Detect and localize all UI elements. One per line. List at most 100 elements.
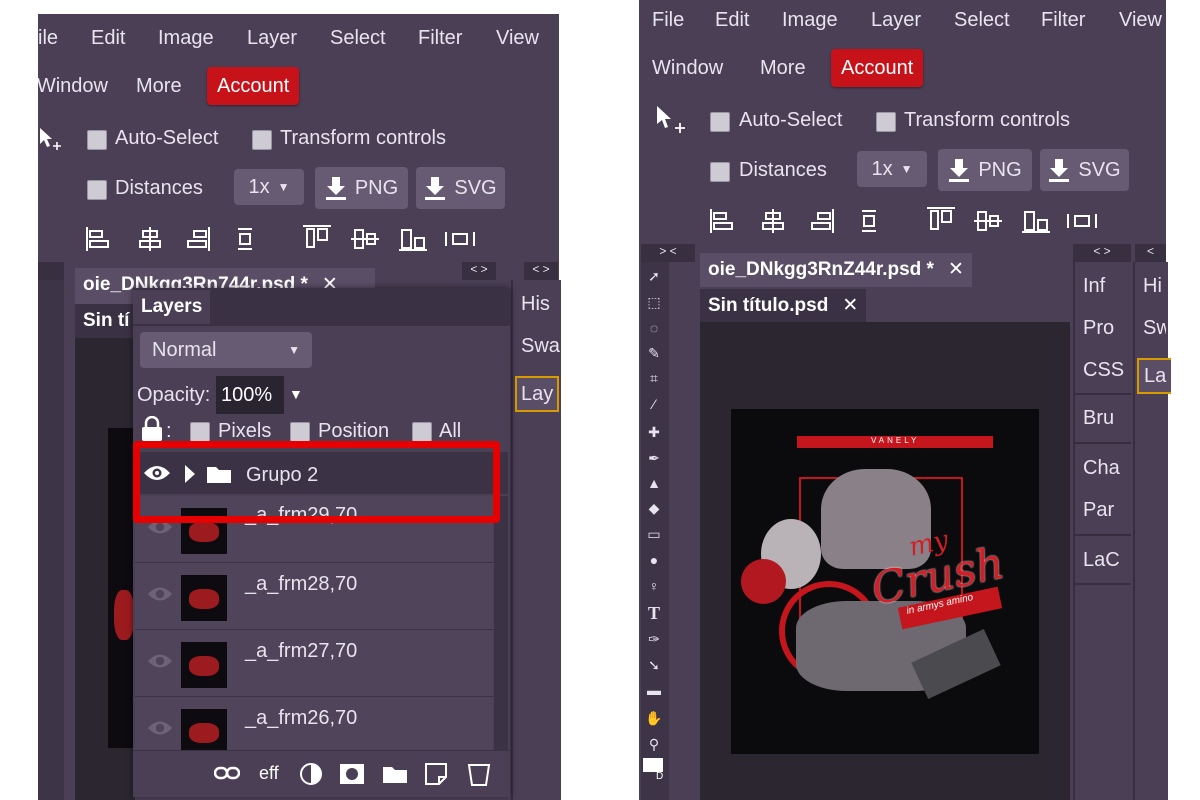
color-swatches[interactable]: D	[643, 758, 667, 784]
distances-checkbox[interactable]	[87, 180, 107, 200]
lock-position-checkbox[interactable]	[290, 422, 310, 442]
left-panel-toggle-2[interactable]: < >	[524, 262, 558, 280]
layer-row[interactable]: _a_frm27,70	[135, 630, 493, 697]
eye-icon[interactable]	[147, 652, 173, 670]
align-middle-icon[interactable]	[350, 226, 380, 252]
align-bottom-icon[interactable]	[398, 226, 428, 252]
distribute-h-icon[interactable]	[1066, 212, 1098, 230]
link-layers-icon[interactable]	[214, 766, 240, 780]
zoom-tool[interactable]: ⚲	[644, 734, 664, 754]
menu-file[interactable]: File	[652, 8, 684, 32]
hand-tool[interactable]: ✋	[644, 708, 664, 728]
auto-select-checkbox[interactable]	[87, 130, 107, 150]
opacity-input[interactable]: 100%	[216, 376, 284, 414]
account-button[interactable]: Account	[831, 49, 924, 87]
side-tab-history[interactable]: His	[521, 292, 550, 316]
panel-tab-swatches[interactable]: Sw	[1143, 316, 1166, 340]
move-tool-icon[interactable]	[38, 126, 64, 152]
align-center-h-icon[interactable]	[760, 208, 786, 234]
opacity-dropdown-icon[interactable]: ▼	[289, 386, 303, 402]
menu-file[interactable]: ile	[38, 26, 58, 50]
healing-tool[interactable]: ✚	[644, 422, 664, 442]
mask-icon[interactable]	[339, 763, 365, 785]
tab-doc-1[interactable]: oie_DNkgg3RnZ44r.psd * ✕	[700, 253, 972, 287]
menu-view[interactable]: View	[496, 26, 539, 50]
tools-collapse-toggle[interactable]: > <	[641, 244, 695, 262]
panel-toggle-2[interactable]: <	[1135, 244, 1166, 262]
layer-row[interactable]: _a_frm28,70	[135, 563, 493, 630]
new-folder-icon[interactable]	[382, 764, 408, 784]
align-center-h-icon[interactable]	[137, 226, 163, 252]
menu-layer[interactable]: Layer	[247, 26, 297, 50]
effects-button[interactable]: eff	[259, 763, 279, 784]
scale-select[interactable]: 1x ▼	[857, 151, 927, 187]
panel-tab-character[interactable]: Cha	[1083, 456, 1120, 480]
menu-window[interactable]: Window	[652, 56, 723, 80]
menu-window[interactable]: Window	[38, 74, 108, 98]
gradient-tool[interactable]: ▭	[644, 524, 664, 544]
adjustment-layer-icon[interactable]	[299, 762, 323, 786]
tab-doc-2[interactable]: Sin tí	[75, 304, 135, 338]
export-svg-button[interactable]: SVG	[416, 167, 505, 209]
stamp-tool[interactable]: ▲	[644, 473, 664, 493]
menu-view[interactable]: View	[1119, 8, 1165, 32]
pen-tool[interactable]: ✑	[644, 629, 664, 649]
eraser-tool[interactable]: ◆	[644, 498, 664, 518]
marquee-tool[interactable]: ⬚	[644, 292, 664, 312]
transform-controls-checkbox[interactable]	[252, 130, 272, 150]
layers-panel-title[interactable]: Layers	[133, 290, 211, 324]
panel-tab-css[interactable]: CSS	[1083, 358, 1124, 382]
new-layer-icon[interactable]	[424, 762, 448, 786]
transform-controls-checkbox[interactable]	[876, 112, 896, 132]
distribute-v-icon[interactable]	[858, 208, 880, 234]
menu-more[interactable]: More	[760, 56, 806, 80]
panel-tab-paragraph[interactable]: Par	[1083, 498, 1114, 522]
menu-edit[interactable]: Edit	[91, 26, 125, 50]
lock-all-checkbox[interactable]	[412, 422, 432, 442]
move-tool[interactable]: ➚	[644, 266, 664, 286]
account-button[interactable]: Account	[207, 67, 300, 105]
panel-tab-history[interactable]: Hi	[1143, 274, 1166, 298]
panel-tab-brush[interactable]: Bru	[1083, 406, 1114, 430]
lock-pixels-checkbox[interactable]	[190, 422, 210, 442]
panel-tab-layers[interactable]: La	[1137, 358, 1171, 394]
blur-tool[interactable]: ●	[644, 550, 664, 570]
trash-icon[interactable]	[467, 762, 491, 786]
menu-edit[interactable]: Edit	[715, 8, 749, 32]
eyedropper-tool[interactable]: ⁄	[644, 394, 664, 414]
blend-mode-select[interactable]: Normal ▼	[140, 332, 312, 368]
menu-image[interactable]: Image	[782, 8, 838, 32]
align-top-icon[interactable]	[302, 224, 332, 250]
panel-toggle-1[interactable]: < >	[1073, 244, 1131, 262]
type-tool[interactable]: T	[644, 603, 664, 623]
auto-select-checkbox[interactable]	[710, 112, 730, 132]
align-bottom-icon[interactable]	[1021, 208, 1051, 234]
scale-select[interactable]: 1x ▼	[234, 169, 304, 205]
align-left-icon[interactable]	[84, 226, 110, 252]
menu-filter[interactable]: Filter	[418, 26, 462, 50]
shape-tool[interactable]: ▬	[644, 680, 664, 700]
menu-image[interactable]: Image	[158, 26, 214, 50]
close-icon[interactable]: ✕	[842, 295, 858, 316]
panel-tab-info[interactable]: Inf	[1083, 274, 1105, 298]
menu-filter[interactable]: Filter	[1041, 8, 1085, 32]
panel-tab-layer-comps[interactable]: LaC	[1083, 548, 1120, 572]
dodge-tool[interactable]: ♀	[644, 576, 664, 596]
eye-icon[interactable]	[147, 585, 173, 603]
distribute-h-icon[interactable]	[444, 230, 476, 248]
move-tool-icon[interactable]	[654, 104, 688, 134]
align-middle-icon[interactable]	[973, 208, 1003, 234]
side-tab-layers[interactable]: Lay	[515, 376, 560, 412]
layers-scrollbar[interactable]	[494, 496, 508, 750]
tab-doc-2[interactable]: Sin título.psd ✕	[700, 289, 867, 323]
quick-select-tool[interactable]: ✎	[644, 343, 664, 363]
menu-select[interactable]: Select	[954, 8, 1010, 32]
close-icon[interactable]: ✕	[948, 259, 964, 280]
panel-tab-properties[interactable]: Pro	[1083, 316, 1114, 340]
menu-more[interactable]: More	[136, 74, 182, 98]
export-png-button[interactable]: PNG	[938, 149, 1032, 191]
lasso-tool[interactable]: ◌	[644, 318, 664, 338]
export-png-button[interactable]: PNG	[315, 167, 408, 209]
align-right-icon[interactable]	[186, 226, 212, 252]
path-select-tool[interactable]: ➘	[644, 655, 664, 675]
